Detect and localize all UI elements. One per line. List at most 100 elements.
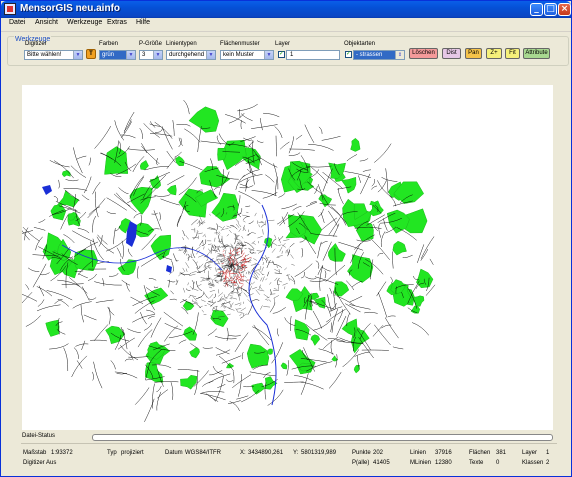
forest-area — [45, 319, 60, 337]
mlinien-label: MLinien — [410, 460, 432, 466]
maximize-button[interactable]: □ — [544, 3, 557, 16]
punkte-value: 202 — [373, 450, 384, 456]
x-label: X: — [240, 450, 246, 456]
window-title: MensorGIS neu.ainfo — [20, 3, 121, 14]
forest-area — [341, 176, 357, 194]
y-value: 5801319,989 — [301, 450, 337, 456]
massstab-label: Maßstab — [23, 450, 47, 456]
forest-area — [328, 242, 346, 262]
forest-area — [310, 334, 321, 346]
linien-label: Linien — [410, 450, 427, 456]
layer-input[interactable]: 1 — [286, 50, 340, 60]
datum-value: WGS84/ITFR — [185, 450, 222, 456]
linientypen-select[interactable]: durchgehend ▼ — [166, 50, 216, 60]
close-button[interactable]: × — [558, 3, 571, 16]
pgroesse-value: 3 — [142, 52, 146, 58]
spinner-icon[interactable]: ⇕ — [395, 51, 404, 59]
forest-area — [61, 170, 71, 178]
typ-label: Typ — [107, 450, 117, 456]
flaechenmuster-value: kein Muster — [223, 52, 255, 58]
minimize-button[interactable]: _ — [530, 3, 543, 16]
title-bar[interactable]: MensorGIS neu.ainfo _ □ × — [1, 1, 571, 18]
progress-bar — [92, 434, 553, 441]
pan-button[interactable]: Pan — [465, 48, 482, 59]
dist-button[interactable]: Dist — [442, 48, 461, 59]
layer-status-value: 1 — [546, 450, 550, 456]
punkte-label: Punkte — [352, 450, 371, 456]
chevron-down-icon[interactable]: ▼ — [264, 51, 273, 59]
loeschen-button[interactable]: Löschen — [409, 48, 438, 59]
forest-area — [392, 240, 407, 256]
text-color-button[interactable]: T — [86, 49, 96, 59]
chevron-down-icon[interactable]: ▼ — [206, 51, 215, 59]
layer-value: 1 — [290, 52, 294, 58]
forest-area — [226, 362, 235, 369]
objektarten-value: - strassen — [356, 52, 383, 58]
map-canvas[interactable] — [7, 85, 553, 430]
objektarten-select[interactable]: - strassen ⇕ — [353, 50, 405, 60]
river — [248, 204, 277, 406]
forest-area — [189, 347, 200, 359]
linien-value: 37916 — [435, 450, 452, 456]
flaechenmuster-label: Flächenmuster — [220, 41, 260, 47]
lake — [166, 265, 172, 273]
menu-datei[interactable]: Datei — [9, 19, 25, 26]
digitizer-status: Digitizer Aus — [23, 460, 57, 466]
menu-hilfe[interactable]: Hilfe — [136, 19, 150, 26]
texte-value: 0 — [496, 460, 500, 466]
y-label: Y: — [293, 450, 299, 456]
chevron-down-icon[interactable]: ▼ — [73, 51, 82, 59]
klassen-label: Klassen — [522, 460, 544, 466]
datum-label: Datum — [165, 450, 183, 456]
fit-button[interactable]: Fit — [505, 48, 520, 59]
forest-area — [280, 362, 288, 370]
palle-label: P(alle) — [352, 460, 370, 466]
forest-area — [217, 147, 227, 161]
forest-area — [267, 348, 273, 355]
farben-select[interactable]: grün ▼ — [99, 50, 136, 60]
flaechen-value: 381 — [496, 450, 507, 456]
pgroesse-select[interactable]: 3 ▼ — [139, 50, 163, 60]
layer-label: Layer — [275, 41, 291, 47]
palle-value: 41405 — [373, 460, 390, 466]
klassen-value: 2 — [546, 460, 550, 466]
datei-status-label: Datei-Status — [22, 433, 56, 439]
texte-label: Texte — [469, 460, 484, 466]
chevron-down-icon[interactable]: ▼ — [126, 51, 135, 59]
lake — [42, 185, 52, 195]
chevron-down-icon[interactable]: ▼ — [153, 51, 162, 59]
digitizer-label: Digitizer — [25, 41, 47, 47]
forest-area — [150, 234, 171, 261]
flaechen-label: Flächen — [469, 450, 491, 456]
zoom-in-button[interactable]: Z+ — [486, 48, 502, 59]
typ-value: projiziert — [121, 450, 144, 456]
pgroesse-label: P-Größe — [139, 41, 163, 47]
linientypen-value: durchgehend — [169, 52, 205, 58]
forest-area — [246, 343, 270, 369]
forest-area — [175, 155, 185, 166]
forest-area — [294, 319, 310, 341]
forest-area — [183, 326, 198, 341]
digitizer-select[interactable]: Bitte wählen! ▼ — [24, 50, 83, 60]
menu-ansicht[interactable]: Ansicht — [35, 19, 58, 26]
x-value: 3434890,261 — [248, 450, 284, 456]
objektarten-checkbox[interactable]: ✓ — [345, 51, 352, 58]
farben-value: grün — [102, 52, 115, 58]
attribute-button[interactable]: Attribute — [523, 48, 550, 59]
app-icon[interactable] — [4, 3, 16, 15]
flaechenmuster-select[interactable]: kein Muster ▼ — [220, 50, 274, 60]
map-svg[interactable] — [7, 85, 553, 430]
forest-area — [166, 184, 177, 196]
objektarten-label: Objektarten — [344, 41, 376, 47]
layer-status-label: Layer — [522, 450, 538, 456]
forest-area — [117, 259, 137, 276]
forest-area — [350, 137, 361, 152]
forest-area — [199, 166, 231, 188]
menu-werkzeuge[interactable]: Werkzeuge — [67, 19, 102, 26]
forest-area — [139, 160, 149, 170]
forest-area — [251, 382, 266, 395]
forest-area — [180, 374, 198, 390]
digitizer-value: Bitte wählen! — [27, 52, 62, 58]
layer-checkbox[interactable]: ✓ — [278, 51, 285, 58]
menu-extras[interactable]: Extras — [107, 19, 127, 26]
